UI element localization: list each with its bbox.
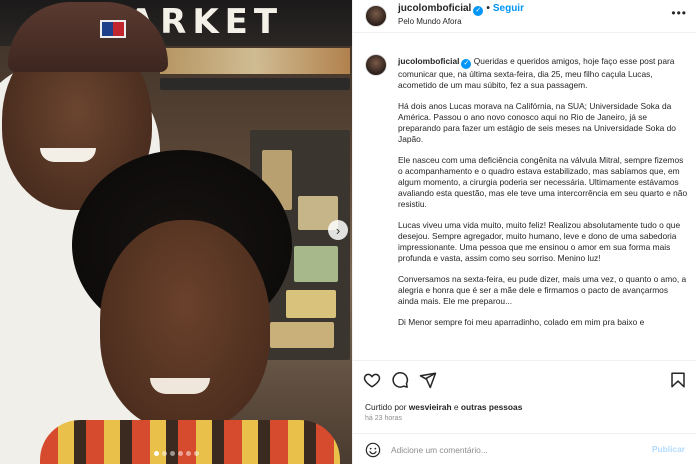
next-photo-button[interactable]: › bbox=[328, 220, 348, 240]
caption-paragraph: Di Menor sempre foi meu aparradinho, col… bbox=[398, 317, 645, 327]
cap-logo bbox=[100, 20, 126, 38]
follow-button[interactable]: Seguir bbox=[493, 3, 524, 14]
shelf-product bbox=[286, 290, 336, 318]
carousel-dot bbox=[169, 451, 175, 456]
liked-by-others-link[interactable]: outras pessoas bbox=[461, 402, 522, 412]
shelf-product bbox=[294, 246, 338, 282]
person-right-face bbox=[100, 220, 270, 430]
post-actions: Curtido por wesvieirah e outras pessoas … bbox=[353, 360, 696, 464]
carousel-dot bbox=[161, 451, 167, 456]
more-icon: ••• bbox=[671, 6, 687, 20]
caption-scroll-area[interactable]: jucolomboficial ✓ Queridas e queridos ami… bbox=[353, 34, 696, 360]
carousel-dot bbox=[185, 451, 191, 456]
share-icon[interactable] bbox=[419, 371, 437, 389]
more-options-button[interactable]: ••• bbox=[671, 6, 687, 20]
post-photo[interactable]: MARKET › bbox=[0, 0, 352, 464]
person-left-smile bbox=[40, 148, 96, 162]
shelf-product bbox=[270, 322, 334, 348]
post-header: jucolomboficial ✓ • Seguir Pelo Mundo Afora… bbox=[353, 0, 696, 33]
caption-username-link[interactable]: jucolomboficial bbox=[398, 56, 459, 66]
post-sidebar: jucolomboficial ✓ • Seguir Pelo Mundo Afora… bbox=[352, 0, 696, 464]
liked-by-user-link[interactable]: wesvieirah bbox=[409, 402, 452, 412]
bookmark-icon[interactable] bbox=[669, 371, 687, 389]
liked-by-suffix: e bbox=[451, 402, 461, 412]
header-user-line: jucolomboficial ✓ • Seguir bbox=[398, 3, 524, 16]
heart-icon[interactable] bbox=[363, 371, 381, 389]
carousel-dots bbox=[0, 451, 352, 456]
post-timestamp[interactable]: há 23 horas bbox=[365, 415, 402, 422]
chevron-right-icon: › bbox=[335, 222, 341, 238]
caption-paragraph: Há dois anos Lucas morava na Califórnia,… bbox=[398, 101, 676, 144]
separator-dot: • bbox=[486, 3, 490, 14]
shop-ceiling-light bbox=[160, 48, 350, 74]
carousel-dot bbox=[153, 451, 159, 456]
shop-shelf bbox=[160, 78, 350, 90]
emoji-icon[interactable] bbox=[365, 442, 381, 458]
carousel-dot bbox=[177, 451, 183, 456]
comment-input[interactable] bbox=[391, 442, 641, 458]
username-link[interactable]: jucolomboficial bbox=[398, 3, 471, 14]
liked-by-text: Curtido por wesvieirah e outras pessoas bbox=[365, 402, 522, 412]
comment-icon[interactable] bbox=[391, 371, 409, 389]
caption-paragraph: Ele nasceu com uma deficiência congênita… bbox=[398, 155, 688, 209]
patterned-dress bbox=[40, 420, 340, 464]
caption-avatar[interactable] bbox=[365, 54, 387, 76]
caption-paragraph: Lucas viveu uma vida muito, muito feliz!… bbox=[398, 220, 681, 263]
verified-badge-icon: ✓ bbox=[461, 59, 472, 69]
liked-by-prefix: Curtido por bbox=[365, 402, 409, 412]
caption-paragraph: jucolomboficial ✓ Queridas e queridos ami… bbox=[398, 56, 690, 91]
verified-badge-icon: ✓ bbox=[473, 6, 484, 16]
location-link[interactable]: Pelo Mundo Afora bbox=[398, 17, 462, 26]
publish-button[interactable]: Publicar bbox=[652, 444, 685, 454]
comment-bar: Publicar bbox=[353, 433, 696, 464]
carousel-dot bbox=[193, 451, 199, 456]
avatar[interactable] bbox=[365, 5, 387, 27]
caption-text: jucolomboficial ✓ Queridas e queridos ami… bbox=[398, 56, 690, 338]
person-right-smile bbox=[150, 378, 210, 394]
caption-paragraph: Conversamos na sexta-feira, eu pude dize… bbox=[398, 274, 687, 306]
